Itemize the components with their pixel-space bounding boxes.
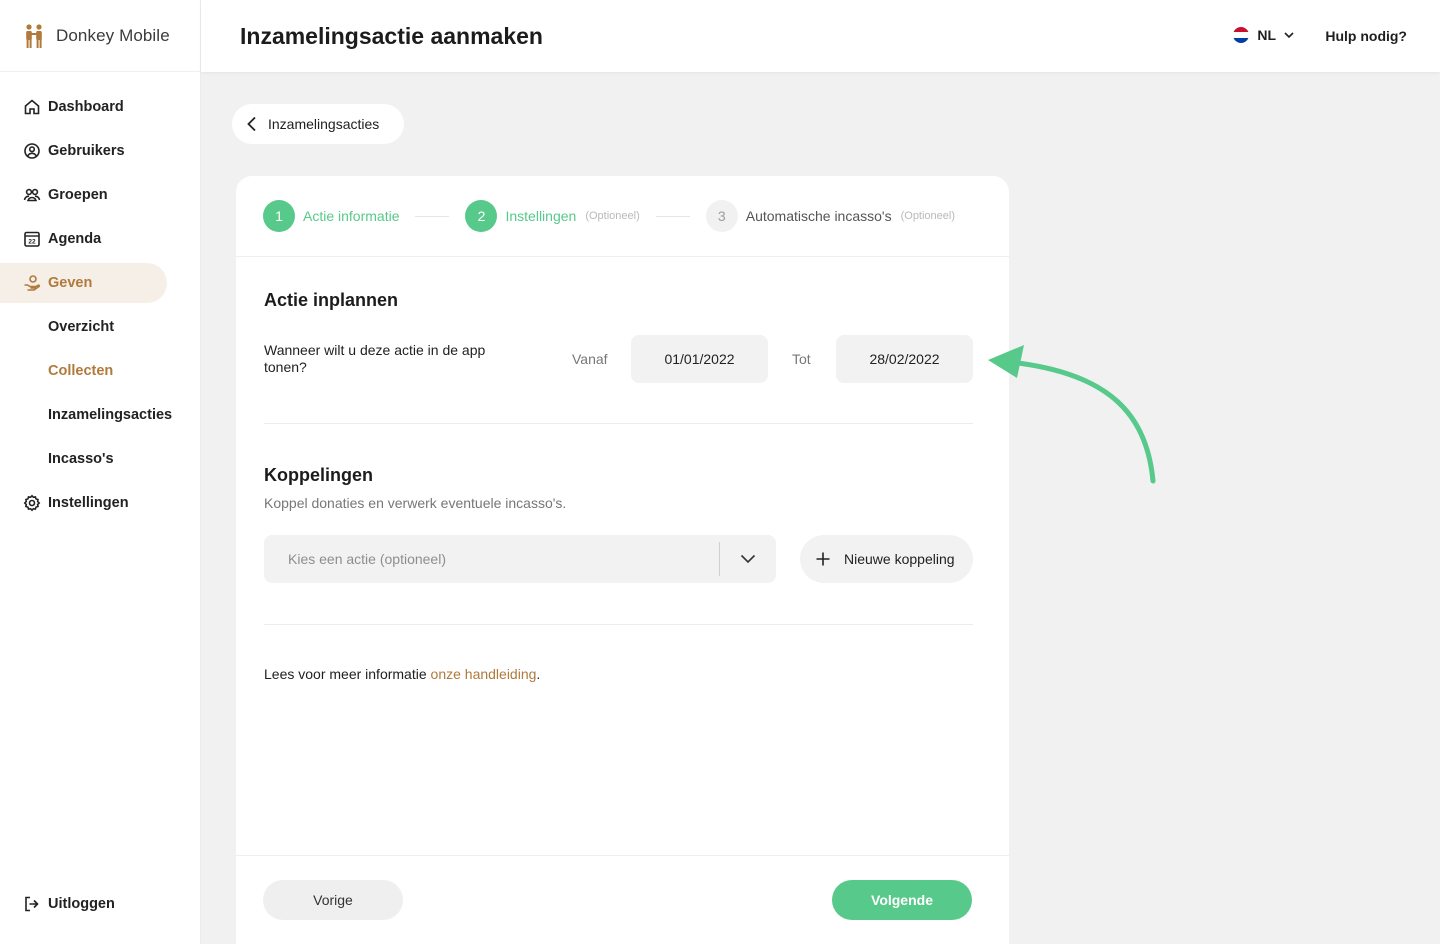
sidebar-subitem-overzicht[interactable]: Overzicht (0, 307, 167, 347)
info-prefix: Lees voor meer informatie (264, 666, 431, 682)
sidebar-subitem-label: Collecten (48, 363, 114, 379)
sidebar-subitem-inzamelingsacties[interactable]: Inzamelingsacties (0, 395, 172, 435)
sidebar-item-label: Dashboard (48, 99, 124, 115)
sidebar-item-agenda[interactable]: 22 Agenda (0, 219, 167, 259)
step-optional-tag: (Optioneel) (585, 210, 640, 222)
step-label: Automatische incasso's (745, 208, 892, 224)
sidebar-subitem-collecten[interactable]: Collecten (0, 351, 167, 391)
logout-icon (23, 895, 41, 913)
step-instellingen[interactable]: 2 Instellingen (Optioneel) (465, 200, 640, 232)
logout-label: Uitloggen (48, 896, 115, 912)
chevron-down-icon (1284, 32, 1294, 38)
step-number: 3 (705, 200, 738, 232)
select-placeholder: Kies een actie (optioneel) (288, 551, 446, 567)
group-icon (23, 186, 41, 204)
page-title: Inzamelingsactie aanmaken (240, 22, 543, 49)
select-separator (719, 542, 720, 576)
manual-link[interactable]: onze handleiding (431, 666, 537, 682)
divider (264, 423, 973, 424)
home-icon (23, 98, 41, 116)
step-number: 1 (263, 200, 295, 232)
netherlands-flag-icon (1233, 27, 1250, 43)
sidebar-item-groepen[interactable]: Groepen (0, 175, 167, 215)
plus-icon (816, 552, 830, 566)
sidebar-subitem-label: Incasso's (48, 451, 114, 467)
links-title: Koppelingen (264, 465, 373, 485)
info-suffix: . (536, 666, 541, 682)
end-date-input[interactable]: 28/02/2022 (836, 335, 973, 383)
giving-hand-icon (23, 274, 41, 292)
sidebar-item-instellingen[interactable]: Instellingen (0, 483, 167, 523)
chevron-left-icon (247, 116, 256, 132)
step-connector (415, 215, 450, 217)
divider (264, 624, 973, 625)
brand-name: Donkey Mobile (56, 25, 170, 45)
sidebar-nav: Dashboard Gebruikers Groepen 22 Agenda G… (0, 72, 200, 523)
gear-icon (23, 494, 41, 512)
new-link-label: Nieuwe koppeling (844, 551, 955, 567)
chevron-down-icon[interactable] (740, 551, 756, 567)
step-label: Instellingen (505, 208, 577, 224)
sidebar-item-geven[interactable]: Geven (0, 263, 167, 303)
sidebar-subitem-incassos[interactable]: Incasso's (0, 439, 167, 479)
language-selector[interactable]: NL (1233, 27, 1294, 43)
calendar-icon: 22 (23, 230, 41, 248)
step-label: Actie informatie (303, 208, 400, 224)
previous-button[interactable]: Vorige (263, 880, 403, 920)
user-circle-icon (23, 142, 41, 160)
card-footer: Vorige Volgende (236, 855, 1009, 944)
sidebar-subitem-label: Inzamelingsacties (48, 407, 173, 423)
header: Inzamelingsactie aanmaken NL Hulp nodig? (201, 0, 1440, 72)
new-link-button[interactable]: Nieuwe koppeling (800, 535, 973, 583)
links-subtitle: Koppel donaties en verwerk eventuele inc… (264, 495, 567, 511)
start-date-input[interactable]: 01/01/2022 (631, 335, 768, 383)
calendar-day: 22 (28, 239, 36, 246)
action-select[interactable]: Kies een actie (optioneel) (264, 535, 776, 583)
step-connector (655, 215, 690, 217)
next-button[interactable]: Volgende (832, 880, 972, 920)
step-optional-tag: (Optioneel) (900, 210, 956, 222)
to-label: Tot (792, 351, 811, 367)
from-label: Vanaf (572, 351, 608, 367)
language-label: NL (1257, 27, 1276, 43)
sidebar-item-label: Gebruikers (48, 143, 125, 159)
sidebar-item-label: Groepen (48, 187, 108, 203)
logout-button[interactable]: Uitloggen (0, 884, 167, 924)
sidebar-item-dashboard[interactable]: Dashboard (0, 87, 167, 127)
help-link[interactable]: Hulp nodig? (1325, 28, 1407, 44)
donkey-mobile-logo-icon (26, 23, 42, 48)
step-actie-informatie[interactable]: 1 Actie informatie (263, 200, 399, 232)
stepper: 1 Actie informatie 2 Instellingen (Optio… (236, 176, 1009, 257)
sidebar-item-gebruikers[interactable]: Gebruikers (0, 131, 167, 171)
info-text: Lees voor meer informatie onze handleidi… (264, 666, 540, 682)
sidebar-item-label: Instellingen (48, 495, 129, 511)
sidebar: Donkey Mobile Dashboard Gebruikers Groep… (0, 0, 201, 944)
sidebar-item-label: Agenda (48, 231, 102, 247)
annotation-arrow-icon (988, 345, 1156, 484)
back-label: Inzamelingsacties (268, 116, 380, 132)
schedule-question: Wanneer wilt u deze actie in de app tone… (264, 342, 486, 375)
sidebar-item-label: Geven (48, 275, 93, 291)
sidebar-subitem-label: Overzicht (48, 319, 115, 335)
schedule-title: Actie inplannen (264, 290, 399, 310)
form-card: 1 Actie informatie 2 Instellingen (Optio… (236, 176, 1009, 944)
step-automatische-incassos[interactable]: 3 Automatische incasso's (Optioneel) (705, 200, 956, 232)
step-number: 2 (465, 200, 498, 232)
brand[interactable]: Donkey Mobile (0, 0, 200, 72)
back-button[interactable]: Inzamelingsacties (232, 104, 404, 144)
